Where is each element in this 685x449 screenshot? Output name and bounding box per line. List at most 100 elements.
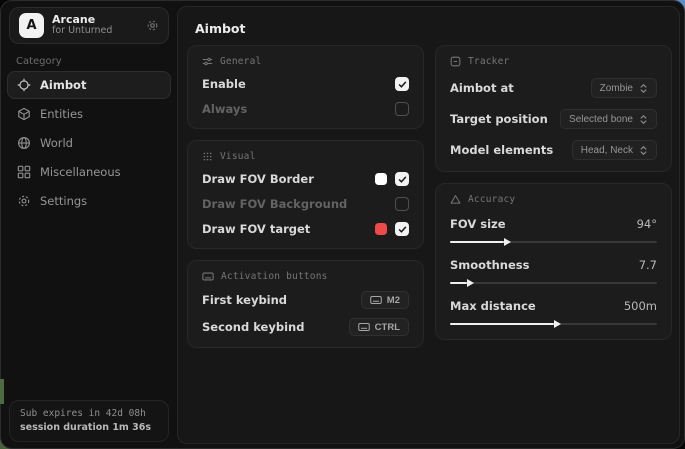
- setting-row: Always: [202, 101, 409, 117]
- slider-header: Smoothness 7.7: [450, 257, 657, 273]
- sliders-icon: [202, 56, 213, 67]
- dots-grid-icon: [202, 151, 213, 162]
- setting-label: Aimbot at: [450, 81, 514, 95]
- grid-icon: [17, 165, 31, 179]
- setting-label: Max distance: [450, 299, 536, 313]
- session-duration-text: session duration 1m 36s: [20, 422, 158, 433]
- setting-controls: [395, 197, 409, 211]
- fov-target-checkbox[interactable]: [395, 222, 409, 236]
- check-icon: [398, 225, 407, 234]
- dropdown-value: Selected bone: [569, 114, 633, 125]
- sidebar-item-label: Aimbot: [40, 78, 86, 92]
- sidebar-item-settings[interactable]: Settings: [7, 187, 171, 215]
- sidebar-item-world[interactable]: World: [7, 129, 171, 157]
- visual-section-header: Visual: [202, 151, 409, 162]
- setting-row: Second keybind CTRL: [202, 318, 409, 336]
- setting-label: Model elements: [450, 143, 553, 157]
- triangle-icon: [450, 194, 461, 205]
- setting-controls: [375, 172, 409, 186]
- sub-expiry-text: Sub expires in 42d 08h: [20, 408, 158, 419]
- chevron-up-down-icon: [639, 114, 648, 125]
- dropdown-value: Zombie: [600, 83, 633, 94]
- category-label: Category: [16, 56, 62, 67]
- section-title: Activation buttons: [221, 271, 328, 282]
- main-panel: Aimbot General Enable: [177, 6, 680, 444]
- max-distance-slider[interactable]: [450, 320, 657, 328]
- slider-header: Max distance 500m: [450, 298, 657, 314]
- setting-label: Enable: [202, 77, 246, 91]
- setting-controls: [375, 222, 409, 236]
- section-title: Tracker: [468, 56, 509, 67]
- check-icon: [398, 175, 407, 184]
- smoothness-slider[interactable]: [450, 279, 657, 287]
- section-title: Visual: [220, 151, 256, 162]
- sidebar-item-entities[interactable]: Entities: [7, 100, 171, 128]
- dropdown-value: Head, Neck: [581, 145, 633, 156]
- setting-label: FOV size: [450, 217, 506, 231]
- gear-icon: [17, 194, 31, 208]
- sidebar-item-aimbot[interactable]: Aimbot: [7, 71, 171, 99]
- tracker-section-header: Tracker: [450, 56, 657, 67]
- model-elements-dropdown[interactable]: Head, Neck: [572, 140, 657, 160]
- setting-label: Draw FOV target: [202, 222, 310, 236]
- slider-fill[interactable]: [450, 241, 504, 243]
- left-column: General Enable Always: [187, 45, 424, 348]
- right-column: Tracker Aimbot at Zombie Target position: [435, 45, 672, 348]
- cheat-menu-window: A Arcane for Unturned Category Aimbo: [0, 0, 685, 449]
- app-logo: A: [19, 13, 44, 38]
- slider-fill[interactable]: [450, 282, 467, 284]
- fov-size-slider[interactable]: [450, 238, 657, 246]
- sidebar-item-label: Miscellaneous: [40, 165, 121, 179]
- slider-fill[interactable]: [450, 323, 554, 325]
- enable-checkbox[interactable]: [395, 77, 409, 91]
- settings-gear-icon[interactable]: [146, 19, 159, 32]
- setting-label: Target position: [450, 112, 548, 126]
- brand-card: A Arcane for Unturned: [9, 7, 169, 44]
- tracker-card: Tracker Aimbot at Zombie Target position: [435, 45, 672, 172]
- sidebar-item-label: World: [40, 136, 73, 150]
- activation-card: Activation buttons First keybind M2 Seco…: [187, 260, 424, 348]
- slider-value: 7.7: [639, 258, 657, 272]
- cube-icon: [17, 107, 31, 121]
- sidebar-nav: Aimbot Entities World: [7, 71, 171, 215]
- section-title: Accuracy: [468, 194, 515, 205]
- setting-row: First keybind M2: [202, 291, 409, 309]
- setting-row: Aimbot at Zombie: [450, 78, 657, 98]
- fov-border-checkbox[interactable]: [395, 172, 409, 186]
- brand-text: Arcane for Unturned: [52, 14, 112, 38]
- setting-row: Enable: [202, 76, 409, 92]
- section-title: General: [220, 56, 261, 67]
- setting-row: Draw FOV Background: [202, 196, 409, 212]
- setting-row: Target position Selected bone: [450, 109, 657, 129]
- check-icon: [398, 80, 407, 89]
- second-keybind-button[interactable]: CTRL: [349, 318, 409, 336]
- always-checkbox[interactable]: [395, 102, 409, 116]
- app-subtitle: for Unturned: [52, 26, 112, 37]
- first-keybind-button[interactable]: M2: [361, 291, 409, 309]
- slider-group: Max distance 500m: [450, 298, 657, 328]
- target-position-dropdown[interactable]: Selected bone: [560, 109, 657, 129]
- general-card: General Enable Always: [187, 45, 424, 129]
- crosshair-icon: [17, 78, 31, 92]
- sidebar: A Arcane for Unturned Category Aimbo: [1, 1, 177, 448]
- slider-group: Smoothness 7.7: [450, 257, 657, 287]
- accuracy-card: Accuracy FOV size 94°: [435, 183, 672, 340]
- color-swatch[interactable]: [375, 173, 387, 185]
- aimbot-at-dropdown[interactable]: Zombie: [591, 78, 657, 98]
- content-columns: General Enable Always: [187, 45, 672, 348]
- page-title: Aimbot: [195, 21, 246, 36]
- game-background-green-sliver: [0, 379, 4, 404]
- color-swatch[interactable]: [375, 223, 387, 235]
- keybind-value: M2: [387, 295, 400, 306]
- setting-label: Draw FOV Background: [202, 197, 347, 211]
- general-section-header: General: [202, 56, 409, 67]
- setting-row: Draw FOV Border: [202, 171, 409, 187]
- fov-background-checkbox[interactable]: [395, 197, 409, 211]
- setting-label: Always: [202, 102, 247, 116]
- sidebar-item-miscellaneous[interactable]: Miscellaneous: [7, 158, 171, 186]
- sidebar-item-label: Settings: [40, 194, 87, 208]
- setting-row: Draw FOV target: [202, 221, 409, 237]
- chevron-up-down-icon: [639, 83, 648, 94]
- visual-card: Visual Draw FOV Border Draw FOV Backgrou…: [187, 140, 424, 249]
- activation-section-header: Activation buttons: [202, 271, 409, 282]
